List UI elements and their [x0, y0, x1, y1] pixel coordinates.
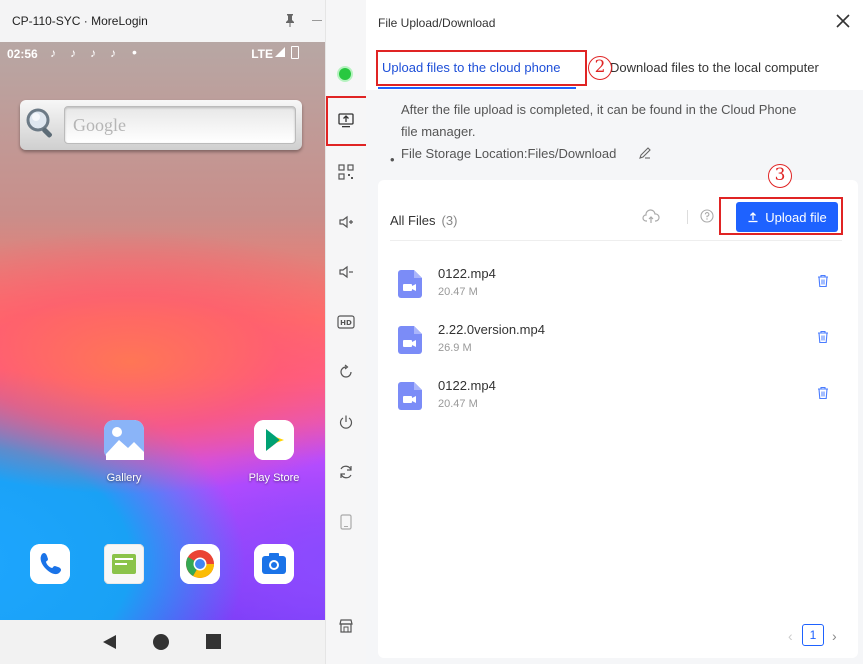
- file-row[interactable]: 0122.mp4 20.47 M: [398, 264, 838, 310]
- minimize-icon[interactable]: [309, 12, 325, 28]
- recents-icon[interactable]: [206, 634, 221, 649]
- storage-location: File Storage Location:Files/Download: [401, 146, 617, 161]
- highlight-upload-button: [719, 197, 843, 235]
- video-file-icon: [398, 270, 422, 298]
- highlight-upload-tab: [376, 50, 587, 86]
- files-card: All Files (3) Upload file 0122.mp4 20.47…: [378, 180, 858, 658]
- app-root: CP-110-SYC · MoreLogin 02:56 ♪ ♪ ♪ ♪ • L…: [0, 0, 863, 664]
- video-file-icon: [398, 326, 422, 354]
- callout-3: 3: [768, 164, 792, 188]
- file-transfer-panel: File Upload/Download Upload files to the…: [366, 0, 863, 664]
- home-icon[interactable]: [153, 634, 169, 650]
- phone-titlebar: CP-110-SYC · MoreLogin: [0, 0, 350, 42]
- play-store-label: Play Store: [248, 472, 300, 484]
- tiktok-icon: ♪: [110, 46, 116, 60]
- phone-screen[interactable]: 02:56 ♪ ♪ ♪ ♪ • LTE Google Gallery Play …: [0, 42, 325, 664]
- prev-page-icon[interactable]: ‹: [788, 628, 793, 644]
- magnifier-icon: [26, 108, 52, 138]
- file-name: 0122.mp4: [438, 378, 496, 393]
- files-divider: [390, 240, 842, 241]
- hd-icon[interactable]: HD: [334, 310, 358, 334]
- signal-icon: [275, 47, 285, 57]
- help-icon[interactable]: [699, 208, 717, 226]
- storage-bullet: •: [390, 152, 395, 167]
- messaging-icon[interactable]: [103, 543, 145, 585]
- header-separator: [687, 210, 688, 224]
- highlight-upload-tool: [326, 96, 368, 146]
- video-file-icon: [398, 382, 422, 410]
- status-time: 02:56: [7, 47, 38, 61]
- file-size: 26.9 M: [438, 342, 472, 354]
- sync-icon[interactable]: [334, 460, 358, 484]
- all-files-label: All Files: [390, 213, 436, 228]
- pin-icon[interactable]: [282, 12, 298, 28]
- phone-icon[interactable]: [30, 544, 70, 584]
- file-row[interactable]: 0122.mp4 20.47 M: [398, 376, 838, 422]
- file-name: 0122.mp4: [438, 266, 496, 281]
- navigation-bar: [0, 620, 325, 664]
- gallery-icon[interactable]: [104, 420, 144, 460]
- edit-icon[interactable]: [638, 146, 652, 165]
- info-block: After the file upload is completed, it c…: [366, 90, 863, 172]
- volume-up-icon[interactable]: [334, 210, 358, 234]
- gallery-label: Gallery: [106, 472, 142, 484]
- callout-2: 2: [588, 56, 612, 80]
- tiktok-icon: ♪: [70, 46, 76, 60]
- files-count: (3): [441, 213, 458, 228]
- file-name: 2.22.0version.mp4: [438, 322, 545, 337]
- battery-icon: [291, 46, 299, 59]
- lte-label: LTE: [251, 47, 273, 61]
- file-size: 20.47 M: [438, 398, 478, 410]
- status-bar: 02:56 ♪ ♪ ♪ ♪ • LTE: [0, 42, 325, 64]
- phone-window: CP-110-SYC · MoreLogin 02:56 ♪ ♪ ♪ ♪ • L…: [0, 0, 350, 664]
- google-search-field[interactable]: Google: [64, 106, 296, 144]
- phone-screen-icon[interactable]: [334, 510, 358, 534]
- online-status-dot: [339, 68, 351, 80]
- google-search-widget[interactable]: Google: [20, 100, 302, 150]
- play-store-icon[interactable]: [254, 420, 294, 460]
- qr-code-icon[interactable]: [334, 160, 358, 184]
- panel-title: File Upload/Download: [378, 16, 496, 30]
- chrome-icon[interactable]: [180, 544, 220, 584]
- files-area: All Files (3) Upload file 0122.mp4 20.47…: [366, 172, 863, 664]
- info-line-1: After the file upload is completed, it c…: [401, 102, 797, 117]
- file-size: 20.47 M: [438, 286, 478, 298]
- next-page-icon[interactable]: ›: [832, 628, 837, 644]
- pagination: ‹ 1 ›: [788, 624, 848, 648]
- phone-window-title: CP-110-SYC · MoreLogin: [12, 14, 148, 28]
- cloud-upload-icon[interactable]: [642, 208, 660, 226]
- svg-text:HD: HD: [340, 319, 352, 327]
- tiktok-icon: ♪: [50, 46, 56, 60]
- file-row[interactable]: 2.22.0version.mp4 26.9 M: [398, 320, 838, 366]
- google-placeholder: Google: [73, 115, 126, 135]
- rotate-icon[interactable]: [334, 360, 358, 384]
- delete-icon[interactable]: [816, 386, 832, 402]
- tiktok-icon: ♪: [90, 46, 96, 60]
- power-icon[interactable]: [334, 410, 358, 434]
- panel-header: File Upload/Download: [366, 0, 863, 44]
- back-icon[interactable]: [103, 635, 116, 649]
- close-icon[interactable]: [834, 12, 854, 32]
- camera-icon[interactable]: [254, 544, 294, 584]
- info-line-2: file manager.: [401, 124, 476, 139]
- shop-icon[interactable]: [334, 614, 358, 638]
- active-tab-indicator: [378, 87, 576, 89]
- delete-icon[interactable]: [816, 274, 832, 290]
- tab-download[interactable]: Download files to the local computer: [610, 60, 819, 75]
- delete-icon[interactable]: [816, 330, 832, 346]
- status-dot: •: [132, 44, 137, 60]
- page-1-button[interactable]: 1: [802, 624, 824, 646]
- volume-down-icon[interactable]: [334, 260, 358, 284]
- files-header: All Files (3): [390, 213, 457, 228]
